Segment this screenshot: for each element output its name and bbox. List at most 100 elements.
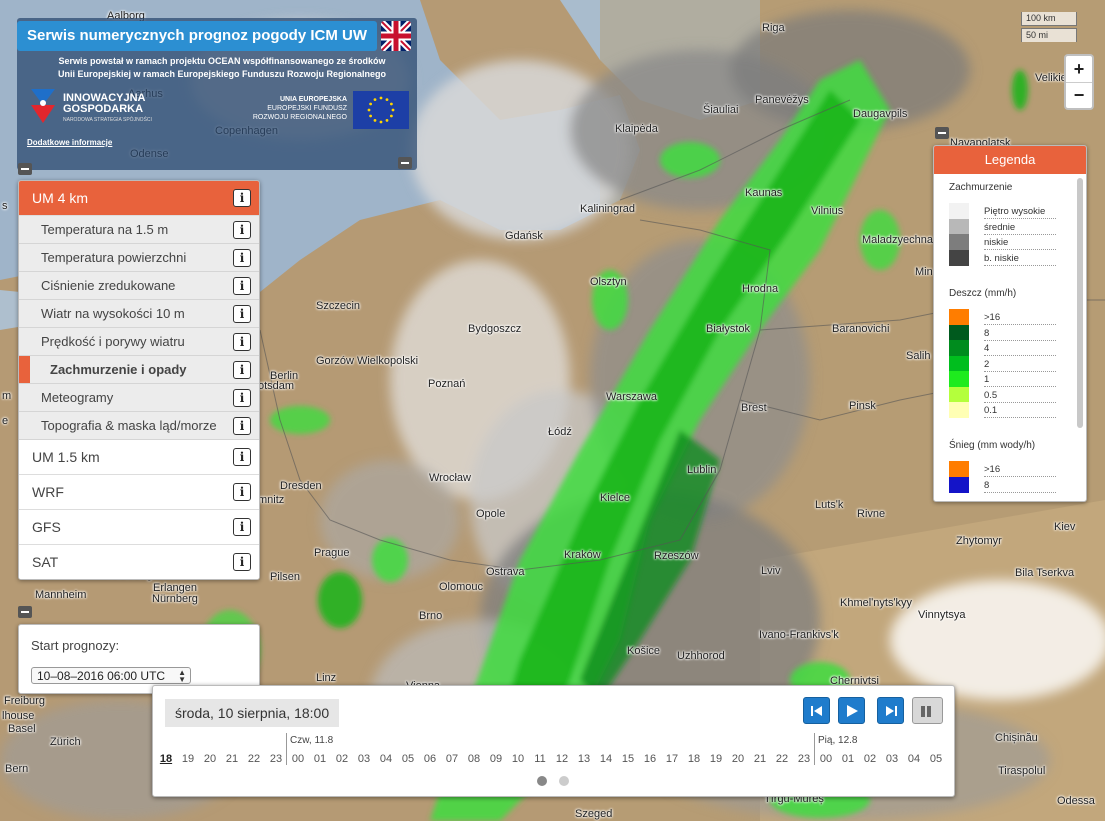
hour-item[interactable]: 07 <box>442 753 462 765</box>
hour-item[interactable]: 00 <box>816 753 836 765</box>
hour-item[interactable]: 05 <box>926 753 946 765</box>
eu-stars <box>367 96 395 124</box>
menu-item-um-4km[interactable]: UM 4 km i <box>19 181 259 216</box>
pause-button[interactable] <box>912 697 943 724</box>
submenu-item[interactable]: Meteogramy i <box>19 384 259 412</box>
legend-item: >16 <box>949 309 1056 325</box>
city-label: Olomouc <box>439 581 484 593</box>
hour-item[interactable]: 15 <box>618 753 638 765</box>
city-label: Basel <box>8 723 36 735</box>
menu-collapse-button[interactable] <box>18 163 32 175</box>
hour-item[interactable]: 04 <box>904 753 924 765</box>
hour-item[interactable]: 09 <box>486 753 506 765</box>
info-icon[interactable]: i <box>233 332 251 351</box>
hour-item[interactable]: 17 <box>662 753 682 765</box>
header-panel: Serwis numerycznych prognoz pogody ICM U… <box>17 18 417 170</box>
info-icon[interactable]: i <box>233 360 251 379</box>
hour-item[interactable]: 01 <box>310 753 330 765</box>
submenu-item[interactable]: Topografia & maska ląd/morze i <box>19 412 259 440</box>
hour-item[interactable]: 08 <box>464 753 484 765</box>
legend-item: 1 <box>949 371 1056 387</box>
submenu-item[interactable]: Prędkość i porywy wiatru i <box>19 328 259 356</box>
info-icon[interactable]: i <box>233 304 251 323</box>
first-frame-button[interactable] <box>803 697 830 724</box>
hour-item[interactable]: 20 <box>728 753 748 765</box>
legend-scrollbar[interactable] <box>1077 178 1083 428</box>
last-frame-button[interactable] <box>877 697 904 724</box>
legend-collapse-button[interactable] <box>935 127 949 139</box>
info-icon[interactable]: i <box>233 276 251 295</box>
legend-item: 0.1 <box>949 402 1056 418</box>
page-dot-1[interactable] <box>537 776 547 786</box>
hour-item[interactable]: 03 <box>354 753 374 765</box>
zoom-out-button[interactable]: − <box>1066 82 1092 108</box>
info-icon[interactable]: i <box>233 483 251 501</box>
info-icon[interactable]: i <box>233 220 251 239</box>
hour-item[interactable]: 23 <box>794 753 814 765</box>
hour-item[interactable]: 16 <box>640 753 660 765</box>
hour-item[interactable]: 12 <box>552 753 572 765</box>
info-icon[interactable]: i <box>233 553 251 571</box>
hour-item[interactable]: 10 <box>508 753 528 765</box>
hour-item[interactable]: 18 <box>156 753 176 765</box>
hour-item[interactable]: 19 <box>178 753 198 765</box>
eu-line-1: UNIA EUROPEJSKA <box>279 96 347 103</box>
submenu-item[interactable]: Wiatr na wysokości 10 m i <box>19 300 259 328</box>
info-icon[interactable]: i <box>233 416 251 435</box>
hour-item[interactable]: 06 <box>420 753 440 765</box>
info-icon[interactable]: i <box>233 518 251 536</box>
hour-item[interactable]: 22 <box>244 753 264 765</box>
city-label: Odessa <box>1057 795 1095 807</box>
city-label: Vinnytsya <box>918 609 966 621</box>
legend-swatch <box>949 249 969 266</box>
info-icon[interactable]: i <box>233 189 251 207</box>
submenu-item[interactable]: Ciśnienie zredukowane i <box>19 272 259 300</box>
city-label: Vilnius <box>811 205 844 217</box>
start-collapse-button[interactable] <box>18 606 32 618</box>
hour-item[interactable]: 05 <box>398 753 418 765</box>
info-icon[interactable]: i <box>233 448 251 466</box>
hour-item[interactable]: 20 <box>200 753 220 765</box>
menu-item-model[interactable]: SAT i <box>19 545 259 579</box>
hour-item[interactable]: 00 <box>288 753 308 765</box>
hour-item[interactable]: 13 <box>574 753 594 765</box>
hour-item[interactable]: 11 <box>530 753 550 765</box>
hour-item[interactable]: 21 <box>750 753 770 765</box>
menu-item-model[interactable]: UM 1.5 km i <box>19 440 259 475</box>
hour-item[interactable]: 22 <box>772 753 792 765</box>
hour-item[interactable]: 02 <box>332 753 352 765</box>
city-label: Chișinău <box>995 732 1038 744</box>
hour-item[interactable]: 14 <box>596 753 616 765</box>
uk-flag-icon[interactable] <box>381 21 411 51</box>
zoom-in-button[interactable]: + <box>1066 56 1092 83</box>
start-select[interactable]: 10–08–2016 06:00 UTC ▲ ▼ <box>31 667 191 684</box>
header-collapse-button[interactable] <box>398 157 412 169</box>
menu-item-model[interactable]: GFS i <box>19 510 259 545</box>
info-icon[interactable]: i <box>233 388 251 407</box>
city-label: Daugavpils <box>853 108 908 120</box>
hour-item[interactable]: 02 <box>860 753 880 765</box>
hour-item[interactable]: 18 <box>684 753 704 765</box>
submenu-item[interactable]: Zachmurzenie i opady i <box>19 356 259 384</box>
page-dot-2[interactable] <box>559 776 569 786</box>
menu-item-model[interactable]: WRF i <box>19 475 259 510</box>
hour-item[interactable]: 19 <box>706 753 726 765</box>
info-icon[interactable]: i <box>233 248 251 267</box>
submenu-item[interactable]: Temperatura powierzchni i <box>19 244 259 272</box>
hour-item[interactable]: 21 <box>222 753 242 765</box>
hour-item[interactable]: 23 <box>266 753 286 765</box>
submenu-item-label: Meteogramy <box>41 390 114 405</box>
city-label: Szczecin <box>316 300 361 312</box>
city-label: Košice <box>627 645 661 657</box>
submenu-item[interactable]: Temperatura na 1.5 m i <box>19 216 259 244</box>
hour-item[interactable]: 03 <box>882 753 902 765</box>
hour-item[interactable]: 01 <box>838 753 858 765</box>
hour-item[interactable]: 04 <box>376 753 396 765</box>
legend-section-title: Śnieg (mm wody/h) <box>949 440 1036 451</box>
legend-label: 0.5 <box>984 390 1056 403</box>
play-button[interactable] <box>838 697 865 724</box>
current-time: środa, 10 sierpnia, 18:00 <box>165 699 340 727</box>
more-info-link[interactable]: Dodatkowe informacje <box>27 138 112 147</box>
day-separator <box>814 733 815 765</box>
site-title[interactable]: Serwis numerycznych prognoz pogody ICM U… <box>17 21 377 51</box>
